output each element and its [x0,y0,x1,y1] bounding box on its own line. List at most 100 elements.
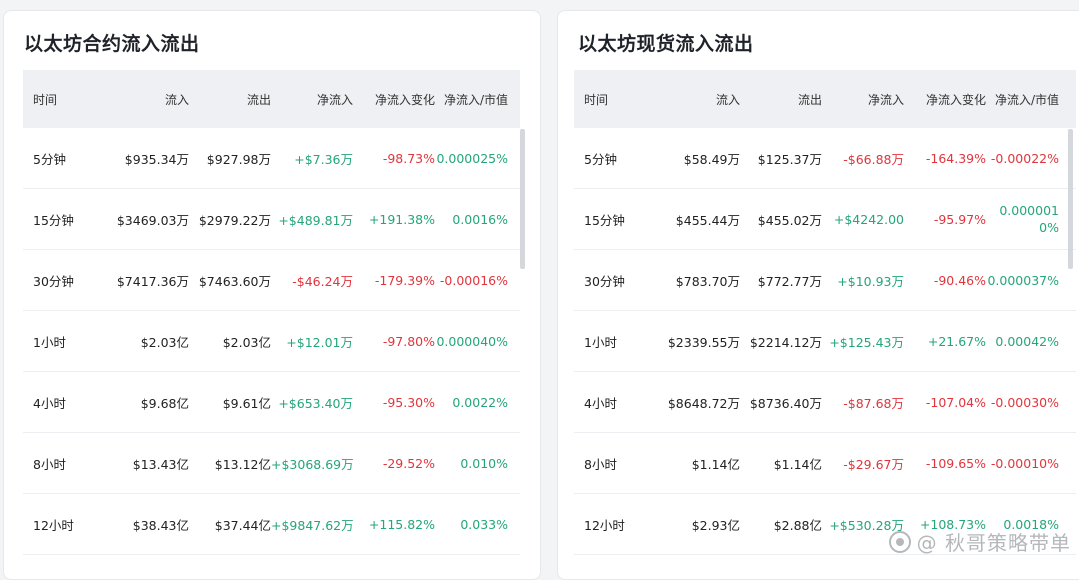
net-inflow-cell: +$3068.69万 [271,456,354,472]
table-row: 8小时 $1.14亿 $1.14亿 -$29.67万 -109.65% -0.00010% [574,433,1076,494]
net-change-cell: +21.67% [927,333,986,349]
table-row: 5分钟 $58.49万 $125.37万 -$66.88万 -164.39% -0.000… [574,128,1076,189]
table-row: 4小时 $8648.72万 $8736.40万 -$87.68万 -107.04% -0.… [574,372,1076,433]
header-ratio: 净流入/市值 [443,92,508,107]
outflow-cell: $8736.40万 [749,395,822,411]
contract-flow-card: 以太坊合约流入流出 时间 流入 流出 净流入 净流入变化 净流入/市值 5分钟 $… [3,10,541,580]
table-header: 时间 流入 流出 净流入 净流入变化 净流入/市值 [23,70,520,128]
header-time: 时间 [33,92,58,107]
header-time: 时间 [584,92,609,107]
header-ratio: 净流入/市值 [994,92,1059,107]
net-change-cell: -107.04% [925,394,986,410]
table-body: 5分钟 $935.34万 $927.98万 +$7.36万 -98.73% 0.00002… [23,128,520,555]
net-ratio-cell: 0.0000010% [999,203,1059,235]
net-inflow-cell: +$653.40万 [278,395,353,411]
time-cell: 8小时 [33,456,66,472]
net-ratio-cell: -0.00016% [439,272,508,288]
net-ratio-cell: 0.0016% [452,211,508,227]
net-inflow-cell: -$46.24万 [292,273,353,289]
header-change: 净流入变化 [925,92,986,107]
inflow-cell: $2339.55万 [667,334,740,350]
inflow-cell: $7417.36万 [116,273,189,289]
net-inflow-cell: +$4242.00 [833,211,904,227]
table-row: 1小时 $2339.55万 $2214.12万 +$125.43万 +21.67% 0.0… [574,311,1076,372]
outflow-cell: $37.44亿 [214,517,271,533]
net-ratio-cell: 0.00042% [995,333,1059,349]
table-row: 15分钟 $455.44万 $455.02万 +$4242.00 -95.97% 0.00… [574,189,1076,250]
header-inflow: 流入 [164,92,189,107]
net-change-cell: -90.46% [933,272,986,288]
outflow-cell: $2.88亿 [773,517,822,533]
time-cell: 15分钟 [584,212,625,228]
net-change-cell: -98.73% [382,150,435,166]
net-inflow-cell: +$9847.62万 [271,517,354,533]
time-cell: 4小时 [584,395,617,411]
net-ratio-cell: -0.00030% [990,394,1059,410]
card-title: 以太坊现货流入流出 [578,33,754,55]
net-change-cell: -164.39% [925,150,986,166]
table-row: 30分钟 $7417.36万 $7463.60万 -$46.24万 -179.39% -0… [23,250,520,311]
outflow-cell: $2.03亿 [222,334,271,350]
outflow-cell: $13.12亿 [214,456,271,472]
scrollbar[interactable] [520,129,525,269]
table-row: 12小时 $38.43亿 $37.44亿 +$9847.62万 +115.82% 0.03… [23,494,520,555]
header-outflow: 流出 [246,92,271,107]
time-cell: 4小时 [33,395,66,411]
net-inflow-cell: -$29.67万 [843,456,904,472]
net-change-cell: -29.52% [382,455,435,471]
spot-flow-card: 以太坊现货流入流出 时间 流入 流出 净流入 净流入变化 净流入/市值 5分钟 $… [557,10,1079,580]
scrollbar[interactable] [1068,129,1073,269]
outflow-cell: $125.37万 [757,151,822,167]
table-row: 1小时 $2.03亿 $2.03亿 +$12.01万 -97.80% 0.000040% [23,311,520,372]
time-cell: 8小时 [584,456,617,472]
header-net: 净流入 [316,92,353,107]
time-cell: 5分钟 [584,151,617,167]
inflow-cell: $13.43亿 [132,456,189,472]
inflow-cell: $935.34万 [124,151,189,167]
net-change-cell: +191.38% [368,211,435,227]
outflow-cell: $9.61亿 [222,395,271,411]
net-inflow-cell: +$7.36万 [294,151,353,167]
watermark-text: @ 秋哥策略带单 [916,531,1071,555]
header-net: 净流入 [867,92,904,107]
table-body: 5分钟 $58.49万 $125.37万 -$66.88万 -164.39% -0.000… [574,128,1076,555]
wechat-channel-icon [888,530,911,553]
net-change-cell: -97.80% [382,333,435,349]
net-change-cell: -179.39% [374,272,435,288]
net-inflow-cell: -$87.68万 [843,395,904,411]
outflow-cell: $455.02万 [757,212,822,228]
net-ratio-cell: 0.033% [460,516,508,532]
outflow-cell: $2214.12万 [749,334,822,350]
outflow-cell: $772.77万 [757,273,822,289]
net-inflow-cell: -$66.88万 [843,151,904,167]
time-cell: 12小时 [33,517,74,533]
net-change-cell: -109.65% [925,455,986,471]
watermark: @ 秋哥策略带单 [888,527,1071,556]
net-ratio-cell: 0.000037% [987,272,1059,288]
spot-flow-table: 时间 流入 流出 净流入 净流入变化 净流入/市值 5分钟 $58.49万 $125… [574,70,1076,555]
net-ratio-cell: 0.010% [460,455,508,471]
inflow-cell: $9.68亿 [140,395,189,411]
outflow-cell: $7463.60万 [198,273,271,289]
net-ratio-cell: 0.0022% [452,394,508,410]
table-header: 时间 流入 流出 净流入 净流入变化 净流入/市值 [574,70,1076,128]
outflow-cell: $927.98万 [206,151,271,167]
header-outflow: 流出 [797,92,822,107]
inflow-cell: $3469.03万 [116,212,189,228]
header-inflow: 流入 [715,92,740,107]
outflow-cell: $1.14亿 [773,456,822,472]
time-cell: 30分钟 [33,273,74,289]
inflow-cell: $2.03亿 [140,334,189,350]
net-ratio-cell: 0.000040% [436,333,508,349]
net-inflow-cell: +$12.01万 [286,334,353,350]
contract-flow-table: 时间 流入 流出 净流入 净流入变化 净流入/市值 5分钟 $935.34万 $92… [23,70,520,555]
outflow-cell: $2979.22万 [198,212,271,228]
header-change: 净流入变化 [374,92,435,107]
inflow-cell: $2.93亿 [691,517,740,533]
time-cell: 15分钟 [33,212,74,228]
table-row: 4小时 $9.68亿 $9.61亿 +$653.40万 -95.30% 0.0022% [23,372,520,433]
inflow-cell: $1.14亿 [691,456,740,472]
net-change-cell: +115.82% [368,516,435,532]
net-change-cell: -95.30% [382,394,435,410]
inflow-cell: $455.44万 [675,212,740,228]
